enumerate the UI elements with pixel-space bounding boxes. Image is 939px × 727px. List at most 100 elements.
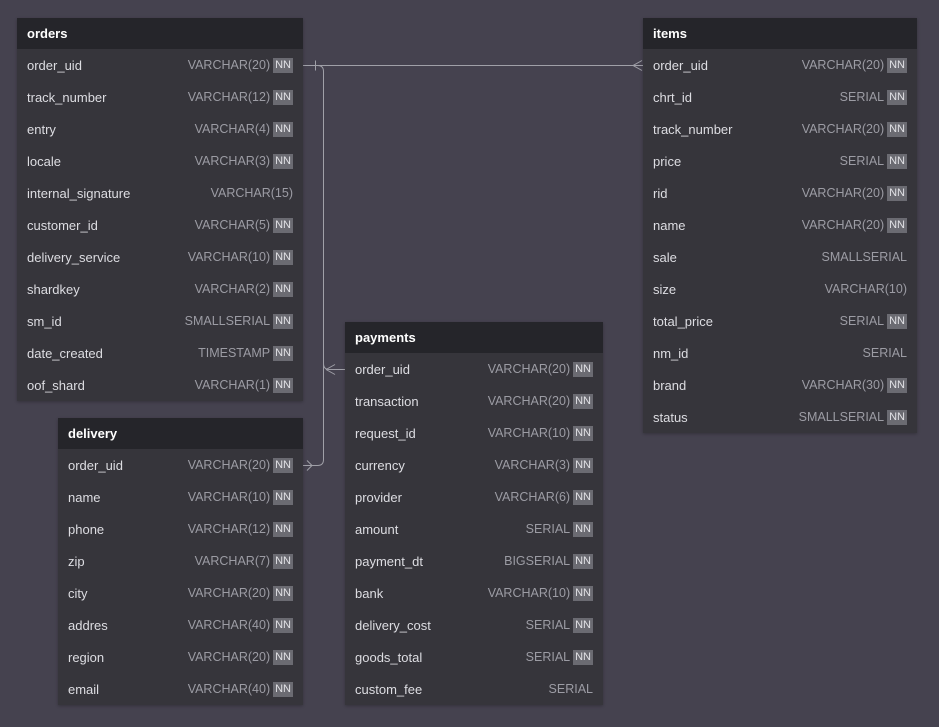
field-row-order-uid[interactable]: order_uid VARCHAR(20) NN <box>345 353 603 385</box>
not-null-badge: NN <box>273 457 293 473</box>
field-row-region[interactable]: region VARCHAR(20) NN <box>58 641 303 673</box>
field-row-email[interactable]: email VARCHAR(40) NN <box>58 673 303 705</box>
field-name: size <box>653 281 677 297</box>
field-row-oof-shard[interactable]: oof_shard VARCHAR(1) NN <box>17 369 303 401</box>
field-type: VARCHAR(1) <box>194 378 271 392</box>
not-null-badge: NN <box>273 217 293 233</box>
field-row-bank[interactable]: bank VARCHAR(10) NN <box>345 577 603 609</box>
field-type: VARCHAR(20) <box>487 362 571 376</box>
not-null-badge: NN <box>887 57 907 73</box>
table-items[interactable]: items order_uid VARCHAR(20) NN chrt_id SERIAL… <box>643 18 917 433</box>
field-row-locale[interactable]: locale VARCHAR(3) NN <box>17 145 303 177</box>
field-row-order-uid[interactable]: order_uid VARCHAR(20) NN <box>58 449 303 481</box>
field-row-track-number[interactable]: track_number VARCHAR(20) NN <box>643 113 917 145</box>
field-row-date-created[interactable]: date_created TIMESTAMP NN <box>17 337 303 369</box>
field-row-size[interactable]: size VARCHAR(10) <box>643 273 917 305</box>
table-delivery[interactable]: delivery order_uid VARCHAR(20) NN name VARCHA… <box>58 418 303 705</box>
not-null-badge: NN <box>273 553 293 569</box>
field-row-custom-fee[interactable]: custom_fee SERIAL <box>345 673 603 705</box>
field-name: name <box>653 217 686 233</box>
field-type: VARCHAR(20) <box>801 122 885 136</box>
field-name: brand <box>653 377 687 393</box>
field-row-track-number[interactable]: track_number VARCHAR(12) NN <box>17 81 303 113</box>
field-type: VARCHAR(3) <box>494 458 571 472</box>
field-name: request_id <box>355 425 416 441</box>
field-type: VARCHAR(10) <box>487 586 571 600</box>
field-row-name[interactable]: name VARCHAR(10) NN <box>58 481 303 513</box>
field-name: oof_shard <box>27 377 85 393</box>
field-row-sale[interactable]: sale SMALLSERIAL <box>643 241 917 273</box>
not-null-badge: NN <box>273 313 293 329</box>
field-row-provider[interactable]: provider VARCHAR(6) NN <box>345 481 603 513</box>
not-null-badge: NN <box>573 649 593 665</box>
field-row-city[interactable]: city VARCHAR(20) NN <box>58 577 303 609</box>
field-row-currency[interactable]: currency VARCHAR(3) NN <box>345 449 603 481</box>
field-type: VARCHAR(10) <box>187 250 271 264</box>
field-name: total_price <box>653 313 713 329</box>
field-row-zip[interactable]: zip VARCHAR(7) NN <box>58 545 303 577</box>
field-row-internal-signature[interactable]: internal_signature VARCHAR(15) <box>17 177 303 209</box>
not-null-badge: NN <box>573 553 593 569</box>
field-type: TIMESTAMP <box>198 346 271 360</box>
field-type: BIGSERIAL <box>504 554 571 568</box>
field-name: addres <box>68 617 108 633</box>
field-type: VARCHAR(12) <box>187 522 271 536</box>
field-row-transaction[interactable]: transaction VARCHAR(20) NN <box>345 385 603 417</box>
field-row-delivery-service[interactable]: delivery_service VARCHAR(10) NN <box>17 241 303 273</box>
field-row-order-uid[interactable]: order_uid VARCHAR(20) NN <box>17 49 303 81</box>
table-header[interactable]: items <box>643 18 917 49</box>
not-null-badge: NN <box>273 89 293 105</box>
field-row-amount[interactable]: amount SERIAL NN <box>345 513 603 545</box>
field-row-total-price[interactable]: total_price SERIAL NN <box>643 305 917 337</box>
field-row-request-id[interactable]: request_id VARCHAR(10) NN <box>345 417 603 449</box>
field-row-shardkey[interactable]: shardkey VARCHAR(2) NN <box>17 273 303 305</box>
diagram-canvas[interactable]: orders order_uid VARCHAR(20) NN track_number… <box>0 0 939 727</box>
table-payments[interactable]: payments order_uid VARCHAR(20) NN transactio… <box>345 322 603 705</box>
not-null-badge: NN <box>573 361 593 377</box>
field-type: SERIAL <box>548 682 593 696</box>
field-type: VARCHAR(10) <box>824 282 907 296</box>
field-type: SERIAL <box>525 618 571 632</box>
table-header[interactable]: orders <box>17 18 303 49</box>
field-row-entry[interactable]: entry VARCHAR(4) NN <box>17 113 303 145</box>
field-name: order_uid <box>27 57 82 73</box>
field-row-brand[interactable]: brand VARCHAR(30) NN <box>643 369 917 401</box>
table-orders[interactable]: orders order_uid VARCHAR(20) NN track_number… <box>17 18 303 401</box>
not-null-badge: NN <box>887 153 907 169</box>
field-name: bank <box>355 585 384 601</box>
field-name: currency <box>355 457 405 473</box>
table-header[interactable]: delivery <box>58 418 303 449</box>
not-null-badge: NN <box>887 185 907 201</box>
field-row-status[interactable]: status SMALLSERIAL NN <box>643 401 917 433</box>
field-row-sm-id[interactable]: sm_id SMALLSERIAL NN <box>17 305 303 337</box>
not-null-badge: NN <box>273 489 293 505</box>
field-row-delivery-cost[interactable]: delivery_cost SERIAL NN <box>345 609 603 641</box>
field-row-payment-dt[interactable]: payment_dt BIGSERIAL NN <box>345 545 603 577</box>
field-name: name <box>68 489 101 505</box>
field-type: SMALLSERIAL <box>184 314 271 328</box>
table-header[interactable]: payments <box>345 322 603 353</box>
field-row-price[interactable]: price SERIAL NN <box>643 145 917 177</box>
not-null-badge: NN <box>573 585 593 601</box>
field-row-nm-id[interactable]: nm_id SERIAL <box>643 337 917 369</box>
not-null-badge: NN <box>273 585 293 601</box>
field-name: transaction <box>355 393 419 409</box>
field-name: order_uid <box>653 57 708 73</box>
not-null-badge: NN <box>887 121 907 137</box>
field-type: VARCHAR(20) <box>187 586 271 600</box>
field-row-order-uid[interactable]: order_uid VARCHAR(20) NN <box>643 49 917 81</box>
field-type: SERIAL <box>839 154 885 168</box>
field-name: city <box>68 585 88 601</box>
field-row-chrt-id[interactable]: chrt_id SERIAL NN <box>643 81 917 113</box>
field-row-rid[interactable]: rid VARCHAR(20) NN <box>643 177 917 209</box>
field-row-phone[interactable]: phone VARCHAR(12) NN <box>58 513 303 545</box>
field-row-addres[interactable]: addres VARCHAR(40) NN <box>58 609 303 641</box>
field-type: VARCHAR(6) <box>494 490 571 504</box>
field-row-name[interactable]: name VARCHAR(20) NN <box>643 209 917 241</box>
relation-orders-delivery-line[interactable] <box>303 71 324 466</box>
field-type: VARCHAR(40) <box>187 618 271 632</box>
field-name: locale <box>27 153 61 169</box>
field-row-goods-total[interactable]: goods_total SERIAL NN <box>345 641 603 673</box>
field-row-customer-id[interactable]: customer_id VARCHAR(5) NN <box>17 209 303 241</box>
field-name: track_number <box>653 121 733 137</box>
